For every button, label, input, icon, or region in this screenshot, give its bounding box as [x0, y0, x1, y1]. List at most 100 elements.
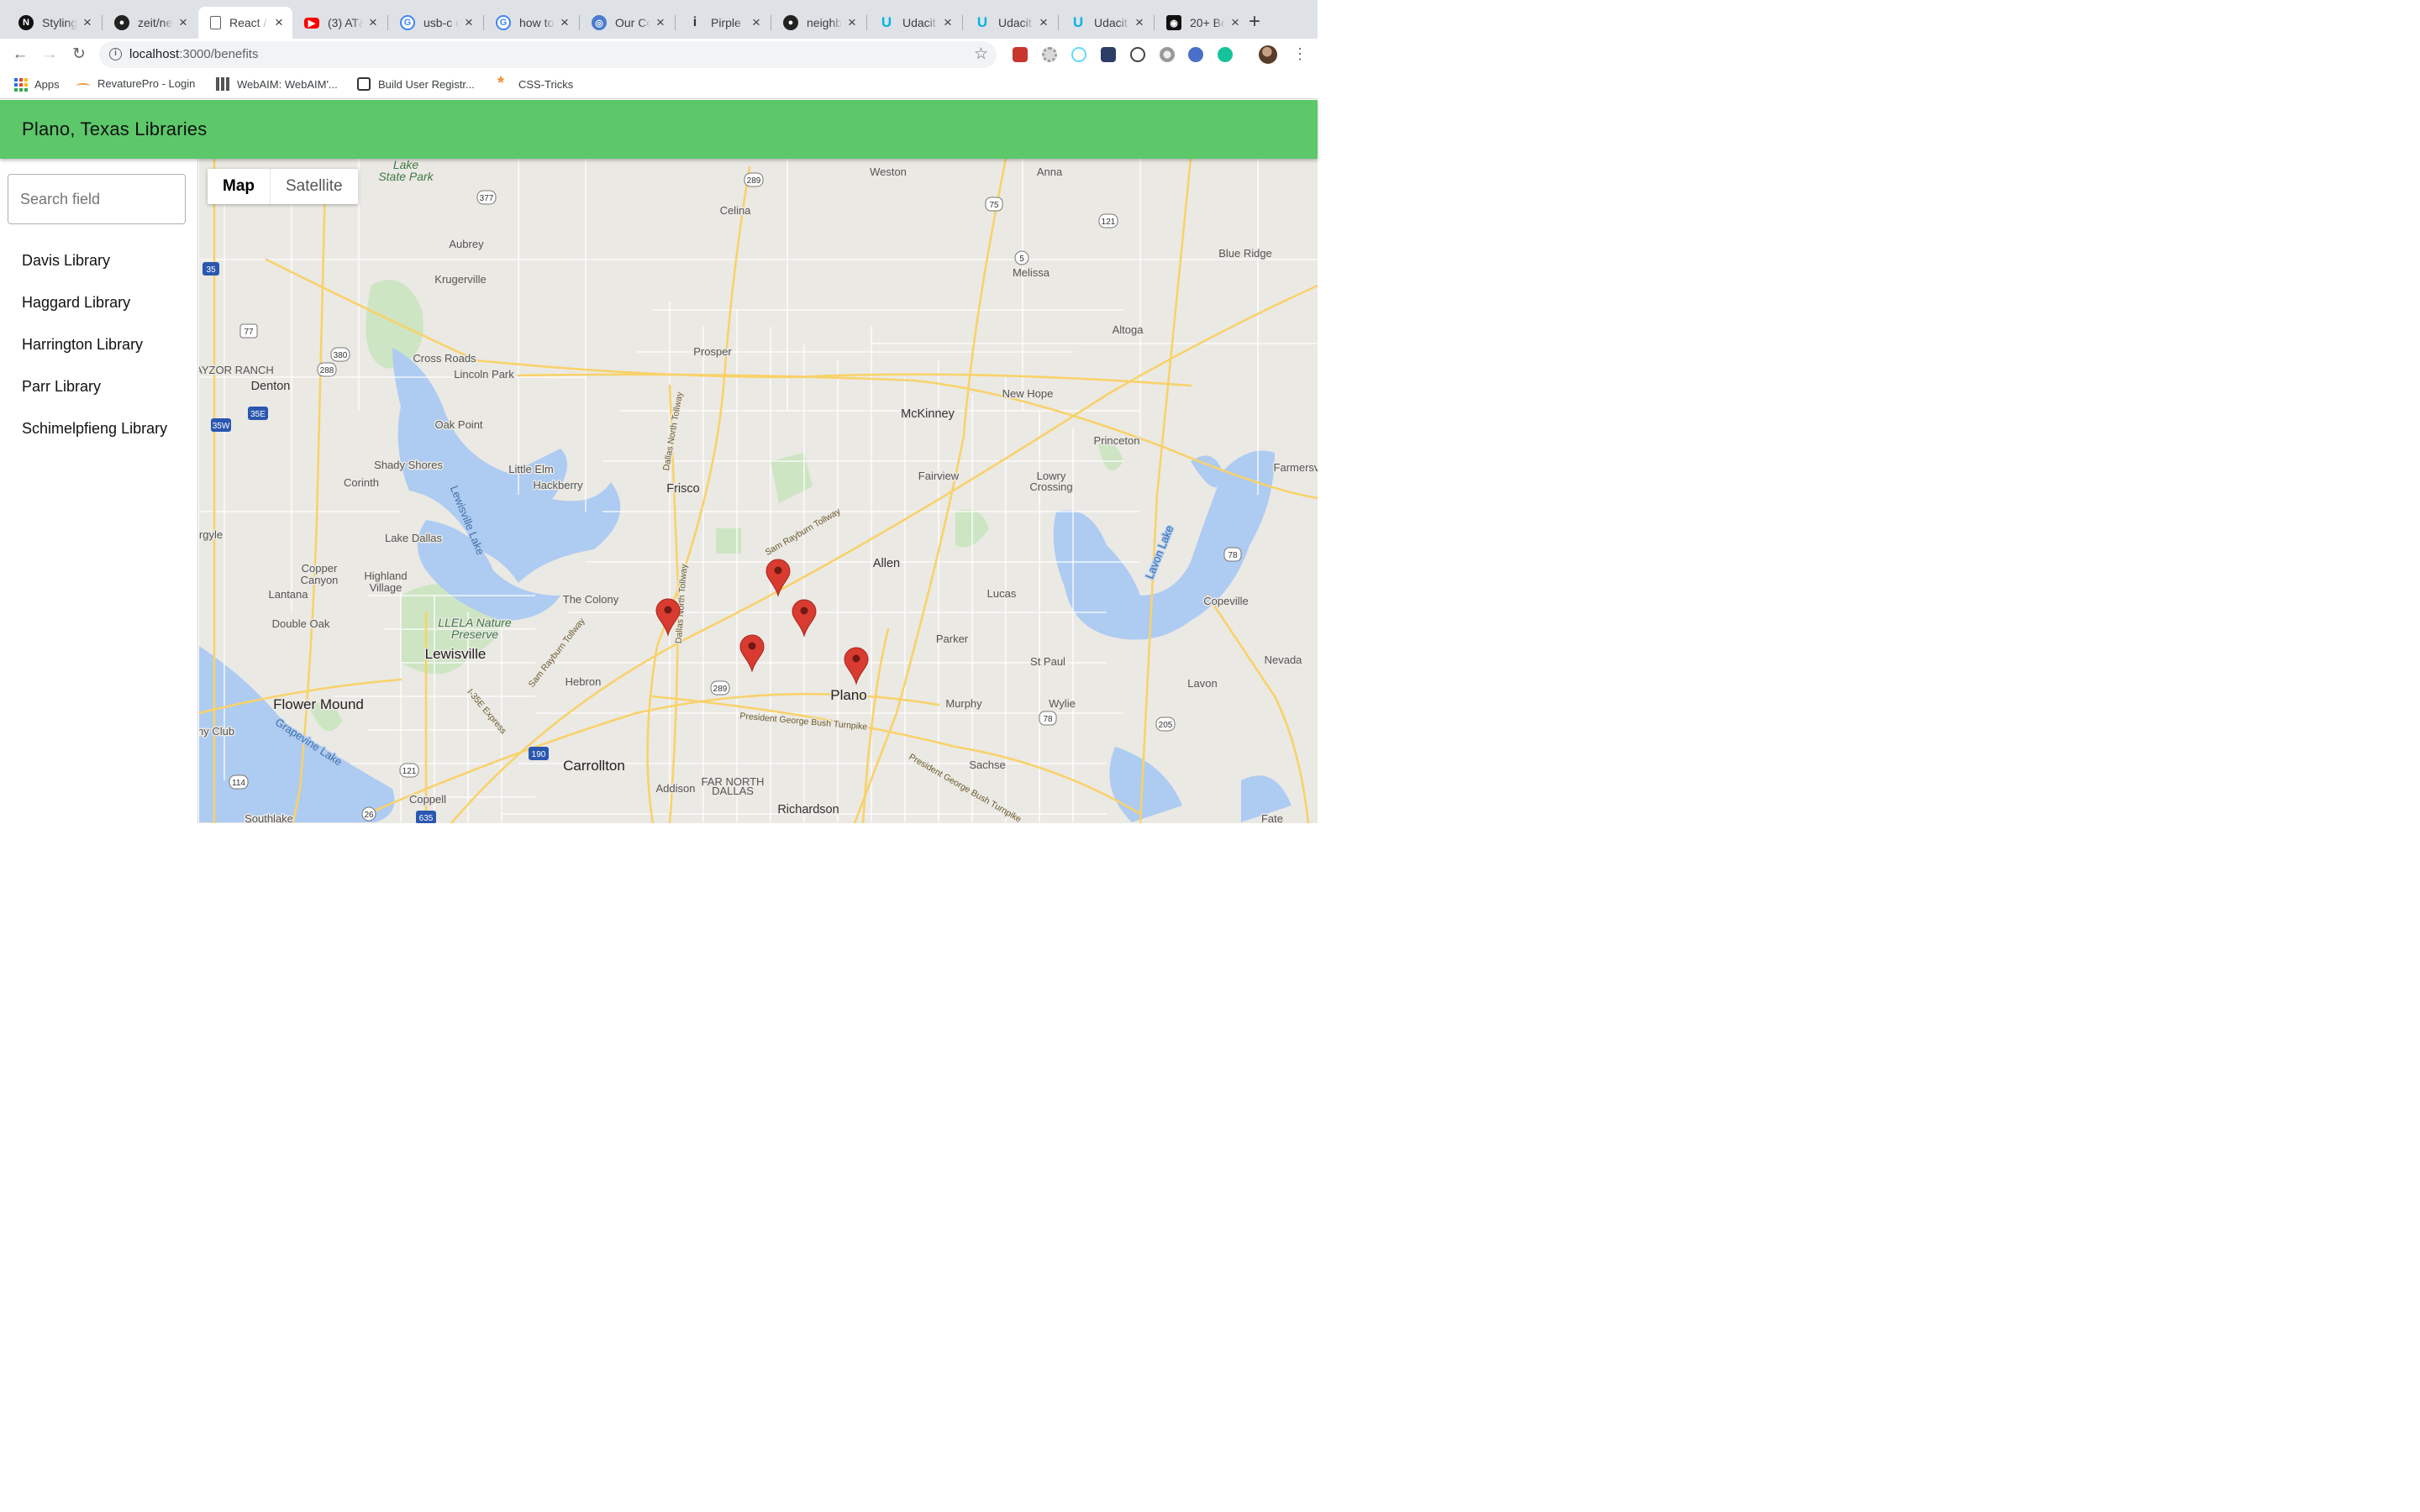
svg-text:Oak Point: Oak Point: [434, 418, 482, 431]
library-list: Davis Library Haggard Library Harrington…: [0, 239, 198, 449]
bookmark-apps[interactable]: Apps: [13, 77, 60, 92]
close-tab-icon[interactable]: ×: [654, 14, 667, 31]
svg-text:Parker: Parker: [936, 633, 969, 645]
map-marker-icon[interactable]: [844, 647, 869, 685]
map-marker-icon[interactable]: [739, 634, 765, 673]
camera-favicon-icon: ◉: [1166, 15, 1181, 30]
search-input[interactable]: [8, 174, 186, 224]
extension-blue-icon[interactable]: [1188, 47, 1203, 62]
map-type-satellite-button[interactable]: Satellite: [271, 169, 358, 204]
tab-zeit[interactable]: ● zeit/ne ×: [103, 7, 197, 39]
extension-red-icon[interactable]: [1013, 47, 1028, 62]
browser-toolbar: ← → ↻ i localhost:3000/benefits ☆ ⋮: [0, 39, 1318, 71]
extension-code-icon[interactable]: [1130, 47, 1145, 62]
map-marker-icon[interactable]: [765, 559, 791, 597]
tab-20-best[interactable]: ◉ 20+ Be ×: [1155, 7, 1249, 39]
new-tab-icon[interactable]: +: [1249, 12, 1260, 32]
svg-text:Copper: Copper: [302, 562, 338, 575]
map-canvas[interactable]: 289 377 75 121 5 35 77 380 288 35E 35W 7…: [199, 159, 1318, 823]
svg-text:Corinth: Corinth: [344, 476, 379, 489]
extension-gear-icon[interactable]: [1042, 47, 1057, 62]
svg-text:Crossing: Crossing: [1029, 480, 1072, 493]
udacity-favicon-icon: U: [976, 14, 988, 30]
close-tab-icon[interactable]: ×: [176, 14, 190, 31]
close-tab-icon[interactable]: ×: [558, 14, 571, 31]
close-tab-icon[interactable]: ×: [81, 14, 94, 31]
tab-pirple[interactable]: i Pirple ×: [676, 7, 770, 39]
close-tab-icon[interactable]: ×: [462, 14, 476, 31]
svg-text:289: 289: [747, 176, 761, 186]
svg-text:Weston: Weston: [870, 165, 907, 178]
svg-text:Lewisville: Lewisville: [425, 646, 487, 662]
close-tab-icon[interactable]: ×: [750, 14, 763, 31]
tab-how-to[interactable]: G how to ×: [484, 7, 578, 39]
svg-text:Addison: Addison: [656, 782, 696, 795]
address-bar[interactable]: i localhost:3000/benefits ☆: [99, 41, 997, 68]
bookmark-css-tricks[interactable]: * CSS-Tricks: [497, 74, 573, 92]
map-tiles[interactable]: 289 377 75 121 5 35 77 380 288 35E 35W 7…: [199, 159, 1318, 823]
tab-react-active[interactable]: React / ×: [198, 7, 292, 39]
github-favicon-icon: ●: [114, 15, 129, 30]
tab-att[interactable]: ▶ (3) AT& ×: [292, 7, 387, 39]
reload-icon[interactable]: ↻: [69, 45, 89, 65]
close-tab-icon[interactable]: ×: [272, 14, 286, 31]
map-type-map-button[interactable]: Map: [208, 169, 271, 204]
tab-udacity-3[interactable]: U Udacit ×: [1059, 7, 1153, 39]
svg-text:Cross Roads: Cross Roads: [413, 352, 476, 365]
svg-text:Shady Shores: Shady Shores: [374, 459, 443, 471]
svg-text:Dallas North Tollway: Dallas North Tollway: [661, 391, 685, 471]
tab-udacity-2[interactable]: U Udacit ×: [963, 7, 1057, 39]
svg-text:Plano: Plano: [830, 687, 866, 703]
extension-grey-icon[interactable]: [1160, 47, 1175, 62]
map-marker-icon[interactable]: [792, 599, 817, 638]
nextjs-favicon-icon: N: [18, 15, 34, 30]
svg-text:78: 78: [1228, 551, 1238, 560]
bookmarks-bar: Apps RevaturePro - Login WebAIM: WebAIM'…: [0, 71, 1318, 99]
svg-text:President George Bush Turnpike: President George Bush Turnpike: [739, 711, 868, 732]
profile-avatar[interactable]: [1259, 45, 1277, 64]
tab-usbc[interactable]: G usb-c c ×: [388, 7, 482, 39]
svg-text:289: 289: [713, 685, 728, 694]
close-tab-icon[interactable]: ×: [941, 14, 955, 31]
asterisk-icon: *: [497, 74, 504, 92]
revature-swoosh-icon: [76, 82, 90, 88]
extension-dark-icon[interactable]: [1101, 47, 1116, 62]
svg-text:78: 78: [1043, 715, 1053, 724]
list-item-davis-library[interactable]: Davis Library: [0, 239, 198, 281]
bookmark-revaturepro[interactable]: RevaturePro - Login: [76, 77, 195, 90]
svg-text:Melissa: Melissa: [1013, 266, 1050, 279]
svg-text:Fairview: Fairview: [918, 470, 960, 482]
tab-udacity-1[interactable]: U Udacit ×: [867, 7, 961, 39]
react-devtools-icon[interactable]: [1071, 47, 1086, 62]
close-tab-icon[interactable]: ×: [366, 14, 380, 31]
forward-arrow-icon[interactable]: →: [39, 45, 60, 65]
list-item-harrington-library[interactable]: Harrington Library: [0, 323, 198, 365]
list-item-schimelpfieng-library[interactable]: Schimelpfieng Library: [0, 407, 198, 449]
udacity-favicon-icon: U: [1072, 14, 1084, 30]
svg-text:35: 35: [206, 265, 216, 275]
svg-text:St Paul: St Paul: [1030, 655, 1065, 668]
svg-text:Anna: Anna: [1037, 165, 1063, 178]
bookmark-build-user[interactable]: Build User Registr...: [357, 77, 475, 91]
tab-our-co[interactable]: ◎ Our Co ×: [580, 7, 674, 39]
close-tab-icon[interactable]: ×: [1228, 14, 1242, 31]
browser-menu-icon[interactable]: ⋮: [1292, 45, 1307, 62]
close-tab-icon[interactable]: ×: [845, 14, 859, 31]
tab-neighb[interactable]: ● neighb ×: [771, 7, 865, 39]
bookmark-webaim[interactable]: WebAIM: WebAIM'...: [216, 77, 338, 91]
close-tab-icon[interactable]: ×: [1037, 14, 1050, 31]
back-arrow-icon[interactable]: ←: [10, 45, 30, 65]
svg-text:380: 380: [334, 351, 348, 360]
list-item-haggard-library[interactable]: Haggard Library: [0, 281, 198, 323]
bookmark-star-icon[interactable]: ☆: [974, 45, 988, 64]
close-tab-icon[interactable]: ×: [1133, 14, 1146, 31]
svg-text:Lake Dallas: Lake Dallas: [385, 532, 442, 544]
tab-styling[interactable]: N Styling ×: [7, 7, 101, 39]
svg-text:Preserve: Preserve: [451, 627, 498, 641]
grammarly-icon[interactable]: [1218, 47, 1233, 62]
site-info-icon[interactable]: i: [109, 48, 122, 60]
list-item-parr-library[interactable]: Parr Library: [0, 365, 198, 407]
svg-text:Double Oak: Double Oak: [272, 617, 330, 630]
address-url[interactable]: localhost:3000/benefits: [129, 47, 258, 61]
svg-text:205: 205: [1159, 721, 1173, 730]
